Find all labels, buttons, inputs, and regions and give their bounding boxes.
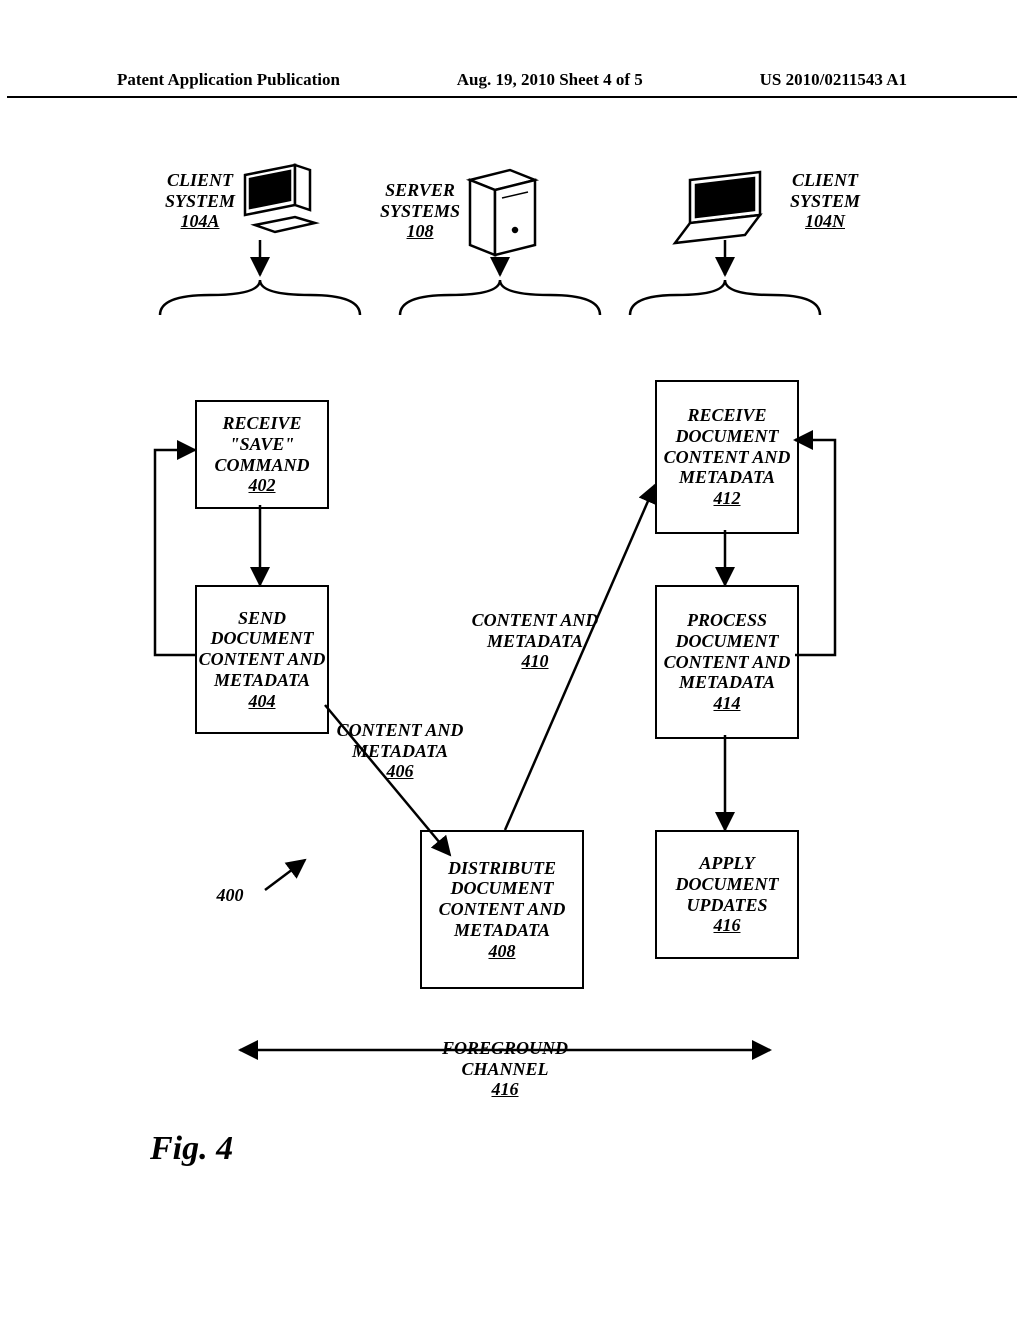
header-center: Aug. 19, 2010 Sheet 4 of 5: [457, 70, 643, 90]
box-412: RECEIVE DOCUMENT CONTENT AND METADATA412: [655, 380, 799, 534]
label-406: CONTENT AND METADATA406: [320, 720, 480, 782]
box-416: APPLY DOCUMENT UPDATES416: [655, 830, 799, 959]
box-414: PROCESS DOCUMENT CONTENT AND METADATA414: [655, 585, 799, 739]
figure-ref-400: 400: [200, 885, 260, 906]
box-402: RECEIVE "SAVE" COMMAND402: [195, 400, 329, 509]
page-header: Patent Application Publication Aug. 19, …: [7, 70, 1017, 98]
figure-caption: Fig. 4: [150, 1130, 233, 1168]
header-left: Patent Application Publication: [117, 70, 340, 90]
header-right: US 2010/0211543 A1: [760, 70, 907, 90]
channel-label: FOREGROUND CHANNEL416: [410, 1038, 600, 1100]
box-404: SEND DOCUMENT CONTENT AND METADATA404: [195, 585, 329, 734]
box-408: DISTRIBUTE DOCUMENT CONTENT AND METADATA…: [420, 830, 584, 989]
figure-diagram: CLIENT SYSTEM 104A SERVER SYSTEMS 108 CL…: [110, 160, 900, 1160]
label-410: CONTENT AND METADATA410: [450, 610, 620, 672]
